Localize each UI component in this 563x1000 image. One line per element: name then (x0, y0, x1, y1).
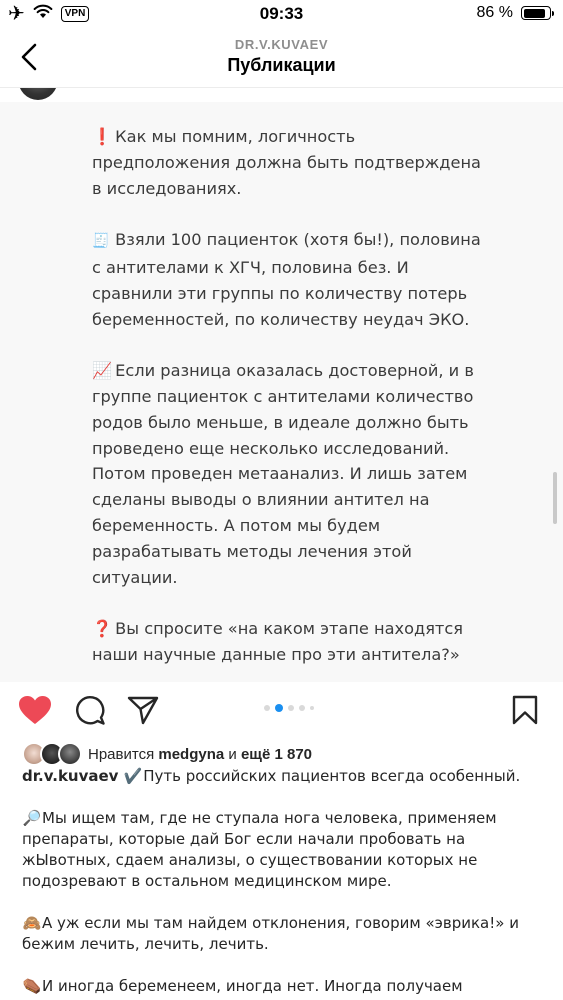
slide-paragraph: 📈 Если разница оказалась достоверной, и … (92, 358, 482, 590)
slide-paragraph: ❓ Вы спросите «на каком этапе находятся … (92, 616, 482, 668)
caption-paragraph: ⚰️И иногда беременеем, иногда нет. Иногд… (22, 976, 542, 997)
magnifier-icon: 🔎 (22, 809, 42, 827)
caption-paragraph: 🙈А уж если мы там найдем отклонения, гов… (22, 913, 542, 955)
comment-icon (76, 696, 105, 725)
carousel-dot (310, 706, 314, 710)
carousel-dot (264, 705, 270, 711)
post-caption: dr.v.kuvaev ✔️Путь российских пациентов … (22, 766, 542, 1000)
carousel-dot (299, 705, 305, 711)
slide-paragraph-text: Вы спросите «на каком этапе находятся на… (92, 619, 463, 664)
share-button[interactable] (126, 694, 160, 726)
bookmark-icon (512, 695, 538, 725)
status-right: 86 % (476, 4, 554, 22)
nav-header: DR.V.KUVAEV Публикации (0, 30, 563, 88)
avatar (58, 742, 82, 766)
save-button[interactable] (508, 694, 542, 726)
slide-paragraph: ❗ Как мы помним, логичность предположени… (92, 124, 482, 201)
slide-paragraph: 🧾 Взяли 100 пациенток (хотя бы!), полови… (92, 227, 482, 332)
scrollbar[interactable] (553, 472, 557, 524)
slide-paragraph-text: Если разница оказалась достоверной, и в … (92, 361, 474, 587)
carousel-dot (288, 705, 294, 711)
like-button[interactable] (18, 694, 52, 726)
battery-icon (521, 6, 554, 20)
carousel-dot-active (275, 704, 283, 712)
post-header-clip (0, 88, 563, 102)
post-slide-text: ❗ Как мы помним, логичность предположени… (92, 124, 482, 682)
question-icon: ❓ (92, 619, 113, 639)
caption-lead-text: Путь российских пациентов всегда особенн… (143, 767, 521, 785)
profile-username: DR.V.KUVAEV (234, 37, 329, 52)
likes-text: Нравится medgyna и ещё 1 870 (88, 746, 312, 763)
page-title: Публикации (227, 55, 336, 75)
chart-increasing-icon: 📈 (92, 361, 113, 381)
battery-percent: 86 % (476, 4, 513, 21)
caption-paragraph-text: И иногда беременеем, иногда нет. Иногда … (42, 977, 463, 995)
post-carousel-slide[interactable]: ❗ Как мы помним, логичность предположени… (0, 102, 563, 682)
status-bar: ✈ VPN 09:33 86 % (0, 0, 563, 30)
likes-count[interactable]: ещё 1 870 (241, 746, 312, 763)
author-avatar[interactable] (18, 88, 58, 100)
likes-row[interactable]: Нравится medgyna и ещё 1 870 (22, 742, 312, 766)
see-no-evil-monkey-icon: 🙈 (22, 914, 42, 932)
slide-paragraph-text: Взяли 100 пациенток (хотя бы!), половина… (92, 230, 481, 329)
likes-prefix: Нравится (88, 745, 155, 763)
caption-username[interactable]: dr.v.kuvaev (22, 767, 118, 785)
send-icon (127, 696, 159, 725)
comment-button[interactable] (73, 694, 107, 726)
liker-avatars (22, 742, 84, 766)
heart-icon (19, 696, 51, 724)
likes-joiner: и (228, 745, 237, 763)
coffin-icon: ⚰️ (22, 977, 42, 995)
caption-paragraph-text: Мы ищем там, где не ступала нога человек… (22, 809, 497, 890)
check-mark-icon: ✔️ (123, 767, 143, 785)
document-icon: 🧾 (92, 233, 110, 250)
liker-username[interactable]: medgyna (158, 746, 224, 763)
carousel-indicator (264, 704, 314, 712)
post-actions (0, 682, 563, 738)
caption-paragraph-text: А уж если мы там найдем отклонения, гово… (22, 914, 519, 953)
caption-lead: dr.v.kuvaev ✔️Путь российских пациентов … (22, 766, 542, 787)
slide-paragraph-text: Как мы помним, логичность предположения … (92, 127, 481, 198)
exclamation-icon: ❗ (92, 127, 113, 146)
caption-paragraph: 🔎Мы ищем там, где не ступала нога челове… (22, 808, 542, 892)
